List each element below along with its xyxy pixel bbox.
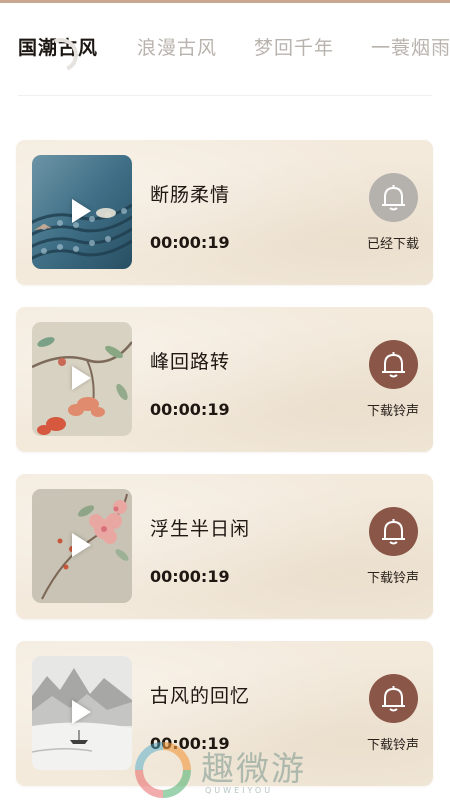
watermark-swirl-icon xyxy=(135,742,191,798)
play-icon[interactable] xyxy=(72,533,91,557)
top-accent-line xyxy=(0,0,450,3)
download-bell-button[interactable] xyxy=(369,674,418,723)
ringtone-thumbnail[interactable] xyxy=(32,155,132,269)
tab-yisuo-yanyu[interactable]: 一蓑烟雨 xyxy=(371,28,450,68)
ringtone-card[interactable]: 断肠柔情 00:00:19 已经下载 xyxy=(16,140,433,285)
download-bell-button[interactable] xyxy=(369,340,418,389)
ringtone-duration: 00:00:19 xyxy=(150,400,230,419)
play-icon[interactable] xyxy=(72,700,91,724)
ringtone-thumbnail[interactable] xyxy=(32,322,132,436)
play-icon[interactable] xyxy=(72,199,91,223)
ringtone-thumbnail[interactable] xyxy=(32,489,132,603)
ringtone-duration: 00:00:19 xyxy=(150,233,230,252)
download-status-label: 已经下载 xyxy=(366,237,419,252)
watermark-subtext: QUWEIYOU xyxy=(205,786,274,795)
watermark-logo: 趣微游 QUWEIYOU xyxy=(133,740,333,800)
ringtone-duration: 00:00:19 xyxy=(150,567,230,586)
watermark-text: 趣微游 xyxy=(201,749,306,788)
ringtone-title: 古风的回忆 xyxy=(150,685,251,707)
tab-menghui-qiannian[interactable]: 梦回千年 xyxy=(254,28,334,68)
ringtone-card[interactable]: 峰回路转 00:00:19 下载铃声 xyxy=(16,307,433,452)
download-ringtone-label[interactable]: 下载铃声 xyxy=(358,400,428,419)
ringtone-title: 断肠柔情 xyxy=(150,184,231,206)
ringtone-title: 浮生半日闲 xyxy=(150,518,251,540)
downloaded-bell-button[interactable] xyxy=(369,173,418,222)
tabs-divider xyxy=(18,95,432,96)
tab-langman-gufeng[interactable]: 浪漫古风 xyxy=(137,28,217,68)
ringtone-card[interactable]: 浮生半日闲 00:00:19 下载铃声 xyxy=(16,474,433,619)
download-ringtone-label[interactable]: 下载铃声 xyxy=(358,734,428,753)
download-bell-button[interactable] xyxy=(369,507,418,556)
play-icon[interactable] xyxy=(72,366,91,390)
ringtone-title: 峰回路转 xyxy=(150,351,231,373)
ringtone-thumbnail[interactable] xyxy=(32,656,132,770)
download-ringtone-label[interactable]: 下载铃声 xyxy=(358,567,428,586)
